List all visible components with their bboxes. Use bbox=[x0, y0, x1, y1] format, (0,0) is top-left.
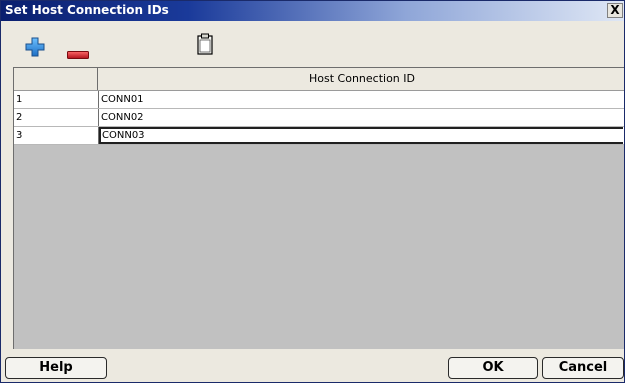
minus-icon bbox=[67, 51, 89, 59]
remove-row-button[interactable] bbox=[67, 44, 89, 59]
paste-button[interactable] bbox=[197, 33, 213, 55]
host-connection-id-editor[interactable] bbox=[99, 127, 623, 144]
close-button[interactable]: X bbox=[607, 3, 623, 18]
row-number: 2 bbox=[14, 109, 99, 126]
row-number: 3 bbox=[14, 127, 99, 144]
table-header: Host Connection ID bbox=[14, 68, 624, 91]
add-row-button[interactable] bbox=[25, 37, 45, 57]
title-bar[interactable]: Set Host Connection IDs X bbox=[1, 1, 624, 21]
host-connection-id-cell[interactable]: CONN02 bbox=[99, 109, 624, 126]
connection-id-table[interactable]: Host Connection ID 1 CONN01 2 CONN02 3 bbox=[13, 67, 624, 349]
table-row[interactable]: 1 CONN01 bbox=[14, 91, 624, 109]
row-number: 1 bbox=[14, 91, 99, 108]
cancel-button[interactable]: Cancel bbox=[542, 357, 624, 379]
help-button[interactable]: Help bbox=[5, 357, 107, 379]
window-title: Set Host Connection IDs bbox=[5, 3, 169, 17]
plus-icon bbox=[25, 37, 45, 57]
table-row[interactable]: 2 CONN02 bbox=[14, 109, 624, 127]
clipboard-icon bbox=[197, 33, 213, 55]
ok-button[interactable]: OK bbox=[448, 357, 538, 379]
toolbar bbox=[1, 21, 624, 67]
close-icon: X bbox=[610, 3, 620, 17]
row-number-header bbox=[14, 68, 98, 90]
table-row[interactable]: 3 bbox=[14, 127, 624, 145]
host-connection-id-cell[interactable]: CONN01 bbox=[99, 91, 624, 108]
host-connection-id-header[interactable]: Host Connection ID bbox=[99, 68, 624, 90]
dialog-window: Set Host Connection IDs X Host Connectio… bbox=[0, 0, 625, 383]
